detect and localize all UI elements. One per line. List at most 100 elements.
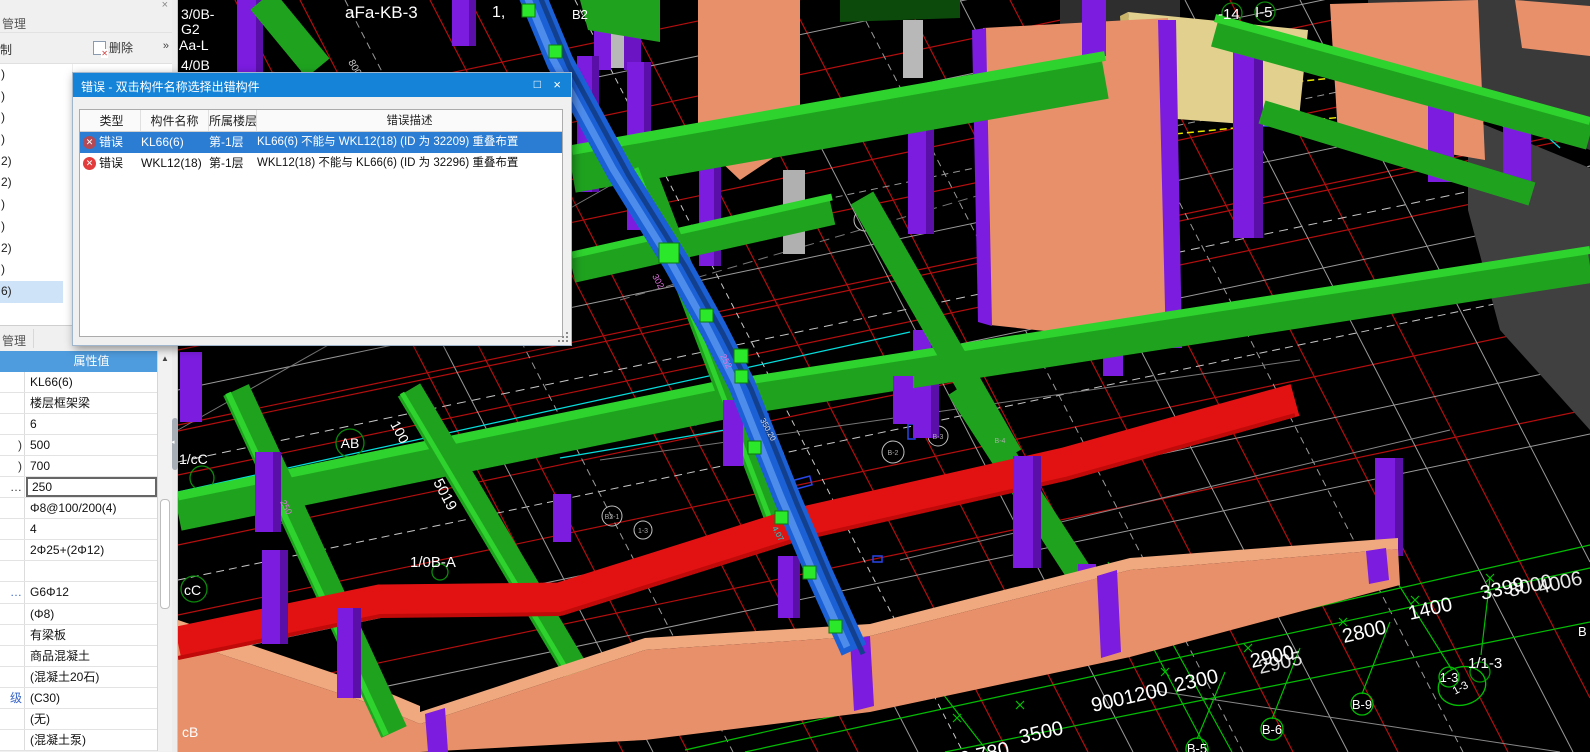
list-item[interactable]: ) xyxy=(0,86,63,108)
list-item[interactable]: ) xyxy=(0,216,63,238)
property-row[interactable]: 级 (C30) xyxy=(0,687,172,709)
property-value[interactable]: G6Φ12 xyxy=(26,582,157,602)
property-value[interactable]: 2Φ25+(2Φ12) xyxy=(26,540,157,560)
property-row[interactable]: ) 700 xyxy=(0,456,172,478)
error-dialog-titlebar[interactable]: 错误 - 双击构件名称选择出错构件 □ × xyxy=(73,73,571,97)
property-row[interactable]: (混凝土20石) xyxy=(0,666,172,688)
property-row[interactable]: 6 xyxy=(0,414,172,436)
copy-button-fragment[interactable]: 制 xyxy=(0,41,12,58)
property-value[interactable]: (无) xyxy=(26,709,157,729)
tab-manage-top[interactable]: 管理 xyxy=(0,15,28,32)
grid-label: 1, xyxy=(492,4,505,21)
property-name-fragment: … xyxy=(0,477,25,498)
property-value[interactable]: KL66(6) xyxy=(26,372,157,392)
property-name-fragment xyxy=(0,708,25,729)
list-item[interactable]: ) xyxy=(0,107,63,129)
property-name-fragment: 级 xyxy=(0,687,25,708)
property-row[interactable]: 2Φ25+(2Φ12) xyxy=(0,540,172,562)
delete-button-label: 删除 xyxy=(109,41,134,55)
column xyxy=(337,608,361,698)
scrollbar-up-icon[interactable]: ▲ xyxy=(161,354,169,363)
property-name-fragment xyxy=(0,645,25,666)
property-value[interactable]: 楼层框架梁 xyxy=(26,393,157,413)
error-row-selected[interactable]: ✕ 错误 KL66(6) 第-1层 KL66(6) 不能与 WKL12(18) … xyxy=(80,132,562,153)
bubble-label: 1-3 xyxy=(638,528,648,535)
error-floor: 第-1层 xyxy=(209,156,244,170)
toolbar-overflow-icon[interactable]: » xyxy=(163,40,169,52)
property-row[interactable]: (无) xyxy=(0,708,172,730)
list-item[interactable]: ) xyxy=(0,259,63,281)
property-row[interactable]: 商品混凝土 xyxy=(0,645,172,667)
column xyxy=(262,550,288,644)
splitter-collapse-handle[interactable] xyxy=(171,418,178,470)
properties-header-label: 属性值 xyxy=(73,354,110,368)
property-name-fragment xyxy=(0,372,25,393)
property-value[interactable]: 商品混凝土 xyxy=(26,646,157,666)
column xyxy=(1013,456,1041,568)
error-component[interactable]: KL66(6) xyxy=(141,132,209,153)
properties-scrollbar[interactable]: ▲ xyxy=(157,351,172,751)
property-name-fragment xyxy=(0,603,25,624)
delete-button[interactable]: 删除 xyxy=(93,39,134,58)
column-header-floor[interactable]: 所属楼层 xyxy=(209,110,257,131)
property-value[interactable]: 6 xyxy=(26,414,157,434)
property-name-fragment: ) xyxy=(0,456,25,477)
property-value[interactable]: 有梁板 xyxy=(26,625,157,645)
list-item[interactable]: ) xyxy=(0,194,63,216)
property-value[interactable]: Φ8@100/200(4) xyxy=(26,498,157,518)
property-row[interactable] xyxy=(0,561,172,583)
property-value[interactable]: (混凝土20石) xyxy=(26,667,157,687)
maximize-icon[interactable]: □ xyxy=(534,77,541,91)
list-item[interactable]: 2) xyxy=(0,238,63,260)
column-header-name[interactable]: 构件名称 xyxy=(141,110,209,131)
property-value-editing[interactable]: 250 xyxy=(26,477,157,498)
property-row[interactable]: Φ8@100/200(4) xyxy=(0,498,172,520)
wall-purple-strip xyxy=(425,708,448,752)
grid-label: cB xyxy=(182,724,198,740)
property-value[interactable]: 700 xyxy=(26,456,157,476)
property-row[interactable]: … G6Φ12 xyxy=(0,582,172,604)
property-row[interactable]: 有梁板 xyxy=(0,624,172,646)
property-row[interactable]: 楼层框架梁 xyxy=(0,393,172,415)
property-value[interactable]: 500 xyxy=(26,435,157,455)
list-item[interactable]: ) xyxy=(0,64,63,86)
bubble-label: B2-1 xyxy=(605,514,620,521)
error-row[interactable]: ✕ 错误 WKL12(18) 第-1层 WKL12(18) 不能与 KL66(6… xyxy=(80,153,562,174)
panel-close-icon[interactable]: × xyxy=(162,0,168,11)
list-item[interactable]: ) xyxy=(0,129,63,151)
property-row[interactable]: 4 xyxy=(0,519,172,541)
property-name-fragment: ) xyxy=(0,435,25,456)
property-value[interactable]: (混凝土泵) xyxy=(26,730,157,750)
property-row[interactable]: ) 500 xyxy=(0,435,172,457)
property-row[interactable]: (Φ8) xyxy=(0,603,172,625)
list-item[interactable]: 2) xyxy=(0,172,63,194)
property-value[interactable] xyxy=(26,561,157,581)
property-row[interactable]: KL66(6) xyxy=(0,372,172,394)
property-name-fragment xyxy=(0,729,25,750)
tab-manage-bottom[interactable]: 管理 xyxy=(2,332,26,349)
error-icon: ✕ xyxy=(83,136,96,149)
properties-header: 属性值 xyxy=(0,351,172,372)
property-value[interactable]: (Φ8) xyxy=(26,604,157,624)
column xyxy=(452,0,476,46)
close-icon[interactable]: × xyxy=(553,77,561,92)
column xyxy=(778,556,800,618)
grid-label: AB xyxy=(341,435,360,451)
error-dialog: 错误 - 双击构件名称选择出错构件 □ × 类型 构件名称 所属楼层 错误描述 … xyxy=(72,72,572,346)
list-item-selected[interactable]: 6) xyxy=(0,280,63,303)
column-header-description[interactable]: 错误描述 xyxy=(257,110,562,131)
scrollbar-thumb[interactable] xyxy=(160,499,170,609)
error-component[interactable]: WKL12(18) xyxy=(141,153,209,174)
property-value[interactable]: 4 xyxy=(26,519,157,539)
column-header-type[interactable]: 类型 xyxy=(80,110,141,131)
property-row[interactable]: (混凝土泵) xyxy=(0,729,172,751)
sidebar-tab-row: 管理 xyxy=(0,13,172,33)
application-window: 3/0B- G2 Aa-L 4/0B aFa-KB-3 1, B2 -14 I-… xyxy=(0,0,1590,752)
property-value[interactable]: (C30) xyxy=(26,688,157,708)
resize-grip[interactable] xyxy=(566,340,568,342)
property-row-focused[interactable]: … 250 xyxy=(0,477,172,499)
list-item[interactable]: 2) xyxy=(0,151,63,173)
wall-purple-strip xyxy=(1097,570,1121,658)
column xyxy=(180,352,202,422)
wall-purple-strip xyxy=(1366,548,1389,584)
